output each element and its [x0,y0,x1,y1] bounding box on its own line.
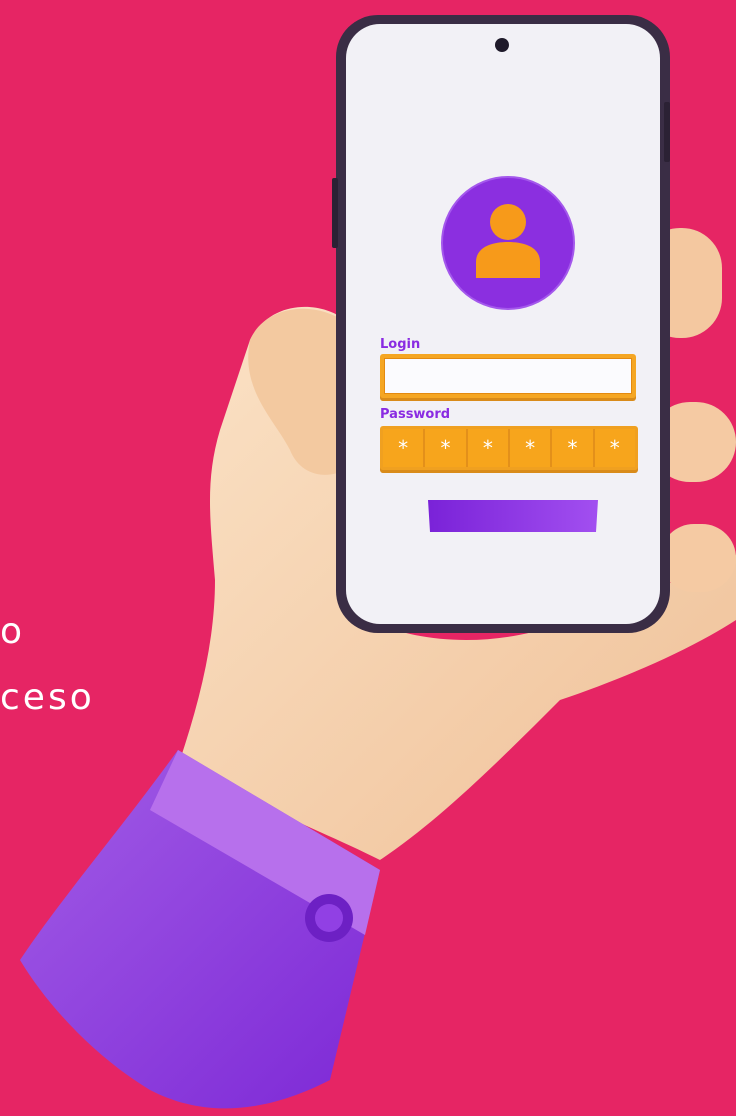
password-input[interactable]: * * * * * * [380,426,638,470]
login-label: Login [380,337,421,352]
illustration [20,15,736,1109]
password-mask-char: * [552,429,595,467]
password-mask-char: * [383,429,426,467]
password-mask-char: * [468,429,510,467]
side-text-line-2: ceso [0,677,95,718]
password-mask-char: * [609,436,620,460]
login-input[interactable] [380,354,636,398]
user-avatar-icon [441,176,575,310]
password-mask-char: * [510,429,553,467]
cuff-button-icon [305,894,353,942]
front-camera-icon [495,38,509,52]
side-text-line-1: o [0,611,26,652]
password-label: Password [380,407,451,422]
finger-3 [660,524,736,592]
password-mask-char: * [425,429,468,467]
phone-screen [346,24,660,624]
phone [332,15,670,633]
submit-button[interactable] [428,500,598,532]
